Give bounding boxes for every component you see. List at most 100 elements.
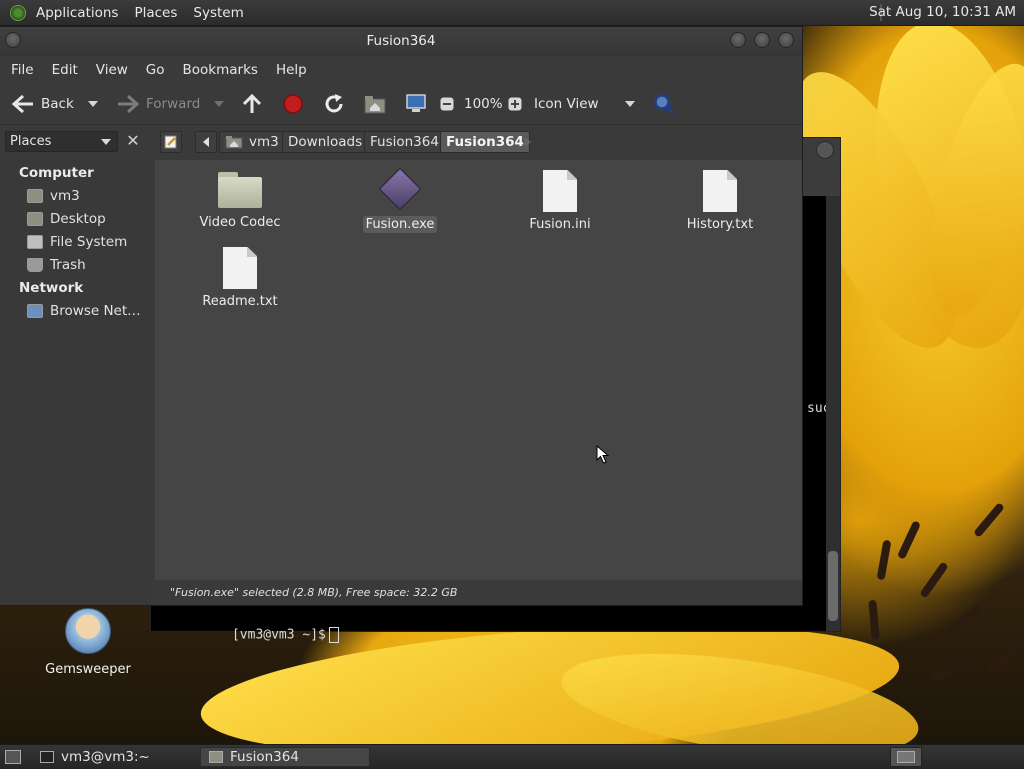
view-mode-dropdown-icon[interactable] [625,101,635,107]
wallpaper-seed [876,539,892,581]
breadcrumb-vm3[interactable]: vm3 [219,131,285,153]
taskbar-item-terminal[interactable]: vm3@vm3:~ [32,747,198,767]
chevron-down-icon [101,139,111,145]
workspace-switcher[interactable] [890,747,922,767]
menu-help[interactable]: Help [267,62,316,78]
menu-edit[interactable]: Edit [43,62,87,78]
breadcrumb-scroll-right-icon[interactable] [525,137,531,147]
wallpaper-seed [919,561,949,599]
sidebar-item-label: Browse Net… [50,303,141,319]
file-icon-view[interactable]: Video Codec Fusion.exe Fusion.ini Histor… [155,160,802,580]
search-icon [654,94,675,115]
stop-button[interactable] [282,93,304,115]
status-bar: "Fusion.exe" selected (2.8 MB), Free spa… [155,580,802,605]
file-manager-titlebar[interactable]: Fusion364 [0,27,802,56]
taskbar-item-file-manager[interactable]: Fusion364 [200,747,370,767]
menu-go[interactable]: Go [137,62,174,78]
menu-bookmarks[interactable]: Bookmarks [174,62,267,78]
distro-logo-icon[interactable] [10,4,26,21]
close-button[interactable] [778,32,794,48]
stop-icon [283,94,303,114]
menu-file[interactable]: File [2,62,43,78]
file-item-readme-txt[interactable]: Readme.txt [175,247,305,310]
terminal-scrollbar-thumb[interactable] [828,551,838,621]
file-item-label: Fusion.exe [362,216,438,233]
sidebar-item-desktop[interactable]: Desktop [27,211,106,227]
home-icon [225,136,243,149]
clock[interactable]: Sat Aug 10, 10:31 AM [869,4,1016,20]
file-item-label: Readme.txt [202,294,278,309]
zoom-level[interactable]: 100% [464,96,503,112]
side-pane-selector-label: Places [10,134,52,149]
desktop-icon-gemsweeper[interactable]: Gemsweeper [40,608,136,677]
executable-icon [378,167,422,211]
terminal-icon [40,751,54,763]
wallpaper-seed [973,502,1005,538]
file-item-video-codec[interactable]: Video Codec [175,168,305,231]
places-menu[interactable]: Places [126,5,185,21]
sidebar-item-vm3[interactable]: vm3 [27,188,80,204]
breadcrumb-scroll-left[interactable] [195,131,217,153]
terminal-close-button[interactable] [816,141,834,159]
applications-menu[interactable]: Applications [28,5,126,21]
view-mode-select[interactable]: Icon View [534,96,599,112]
file-item-label: Video Codec [199,215,281,230]
up-button[interactable] [241,93,263,115]
side-pane-selector[interactable]: Places [5,131,118,152]
gemsweeper-icon [65,608,111,654]
close-side-pane-icon[interactable]: ✕ [124,132,142,150]
file-manager-window[interactable]: Fusion364 File Edit View Go Bookmarks He… [0,27,802,605]
folder-icon [209,751,223,763]
back-history-dropdown[interactable] [88,101,98,107]
maximize-button[interactable] [754,32,770,48]
system-menu[interactable]: System [185,5,251,21]
wallpaper-seed [896,520,922,560]
menu-view[interactable]: View [87,62,137,78]
back-button[interactable]: Back [11,94,74,114]
reload-button[interactable] [323,93,345,115]
terminal-prompt: [vm3@vm3 ~]$ [185,612,339,658]
zoom-in-button[interactable] [508,97,522,111]
home-button[interactable] [364,94,386,114]
wallpaper-seed [985,645,1023,675]
sidebar-item-label: Trash [50,257,86,273]
wallpaper-seed [929,656,969,684]
show-desktop-button[interactable] [0,747,26,767]
sidebar-item-trash[interactable]: Trash [27,257,86,273]
file-item-history-txt[interactable]: History.txt [655,170,785,233]
edit-location-icon [164,135,177,149]
trash-icon [27,258,43,272]
wallpaper-seed [946,604,982,636]
sidebar-header-computer: Computer [19,165,94,181]
sidebar-item-label: Desktop [50,211,106,227]
sidebar-item-file-system[interactable]: File System [27,234,127,250]
computer-button[interactable] [405,94,427,114]
minimize-button[interactable] [730,32,746,48]
text-file-icon [543,170,577,212]
sidebar-item-label: File System [50,234,128,250]
zoom-out-button[interactable] [440,97,454,111]
file-item-fusion-exe[interactable]: Fusion.exe [335,167,465,233]
wallpaper-seed [868,599,880,641]
file-item-label: History.txt [686,217,754,232]
breadcrumb-label: Fusion364 [370,134,439,150]
computer-icon [406,94,426,112]
breadcrumb-fusion364-parent[interactable]: Fusion364 [364,131,445,153]
search-button[interactable] [653,93,675,115]
breadcrumb-fusion364-current[interactable]: Fusion364 [440,131,530,153]
chevron-left-icon [203,137,209,147]
show-desktop-icon [5,750,21,764]
desktop-icon-label: Gemsweeper [45,662,131,677]
sidebar-item-browse-network[interactable]: Browse Net… [27,303,141,319]
location-bar: Places ✕ vm3 Downloads Fusion364 Fusion3… [0,124,802,160]
home-folder-icon [27,189,43,203]
file-item-fusion-ini[interactable]: Fusion.ini [495,170,625,233]
sidebar-item-label: vm3 [50,188,80,204]
forward-button[interactable]: Forward [116,94,200,114]
terminal-scrollbar[interactable] [826,196,840,631]
window-title: Fusion364 [366,33,436,49]
forward-history-dropdown[interactable] [214,101,224,107]
taskbar-item-label: Fusion364 [230,749,299,765]
breadcrumb-downloads[interactable]: Downloads [282,131,369,153]
toggle-location-entry-button[interactable] [160,131,182,153]
